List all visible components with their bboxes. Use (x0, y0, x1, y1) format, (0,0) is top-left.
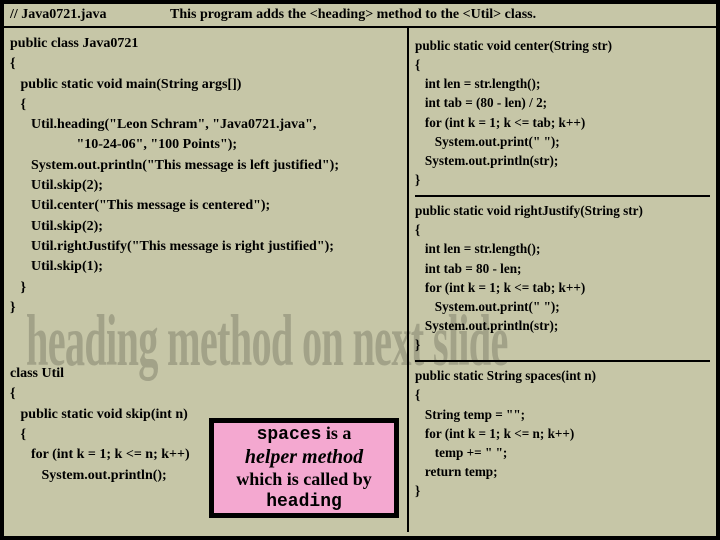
callout-code-word-2: heading (266, 492, 342, 512)
code-spaces-method: public static String spaces(int n) { Str… (415, 362, 710, 506)
callout-emphasis: helper method (245, 446, 363, 468)
filename-label: // Java0721.java (4, 4, 164, 26)
left-column: public class Java0721 { public static vo… (4, 28, 409, 532)
slide: // Java0721.java This program adds the <… (0, 0, 720, 540)
callout-box: spaces is a helper method which is calle… (209, 418, 399, 518)
callout-code-word-1: spaces (257, 425, 322, 445)
code-block: public static void rightJustify(String s… (415, 201, 710, 354)
columns: public class Java0721 { public static vo… (4, 28, 716, 532)
code-main-class: public class Java0721 { public static vo… (10, 34, 399, 318)
code-block: public static void center(String str) { … (415, 36, 710, 189)
callout-text-1: is a (321, 423, 351, 443)
slide-description: This program adds the <heading> method t… (164, 4, 716, 26)
code-center-method: public static void center(String str) { … (415, 32, 710, 197)
right-column: public static void center(String str) { … (409, 28, 716, 532)
callout-text-2: which is called by (236, 469, 372, 489)
code-rightjustify-method: public static void rightJustify(String s… (415, 197, 710, 362)
header-bar: // Java0721.java This program adds the <… (4, 4, 716, 28)
code-block: public static String spaces(int n) { Str… (415, 366, 710, 500)
